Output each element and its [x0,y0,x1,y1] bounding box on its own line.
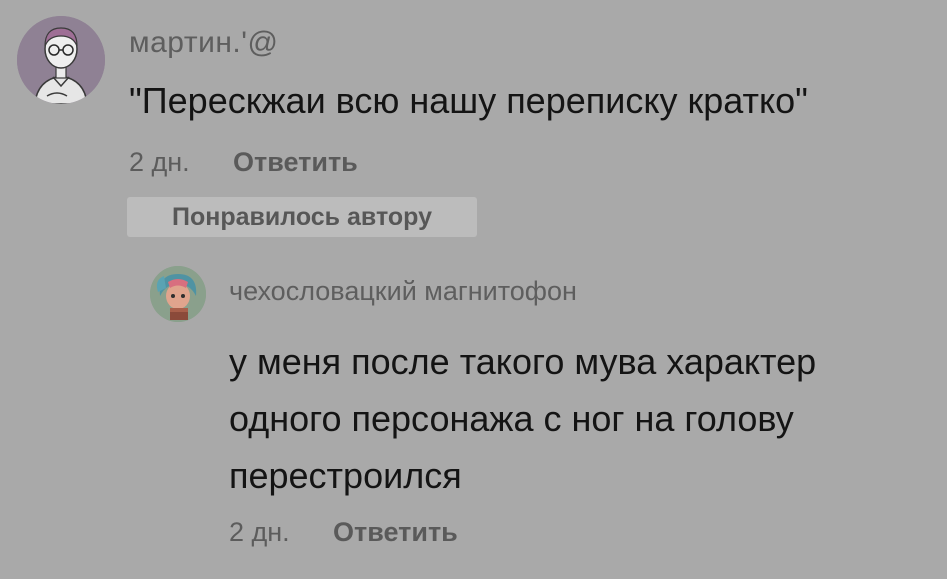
commenter-avatar[interactable] [17,16,105,104]
reply-text: у меня после такого мува характер одного… [229,333,929,504]
comment-reply-button[interactable]: Ответить [233,147,358,178]
reply-text-line: у меня после такого мува характер [229,341,817,382]
liked-by-author-badge: Понравилось автору [127,197,477,237]
cartoon-boy-avatar-icon [17,16,105,104]
comment-text: "Перескжаи всю нашу переписку кратко" [129,80,808,121]
replier-avatar[interactable] [150,266,206,322]
reply-text-line: перестроился [229,455,462,496]
reply-reply-button[interactable]: Ответить [333,517,458,548]
reply-timestamp: 2 дн. [229,517,290,547]
cartoon-character-avatar-icon [150,266,206,322]
commenter-username[interactable]: мартин.'@ [129,26,278,60]
replier-username[interactable]: чехословацкий магнитофон [229,276,577,307]
comment-timestamp: 2 дн. [129,147,190,177]
reply-text-line: одного персонажа с ног на голову [229,398,794,439]
